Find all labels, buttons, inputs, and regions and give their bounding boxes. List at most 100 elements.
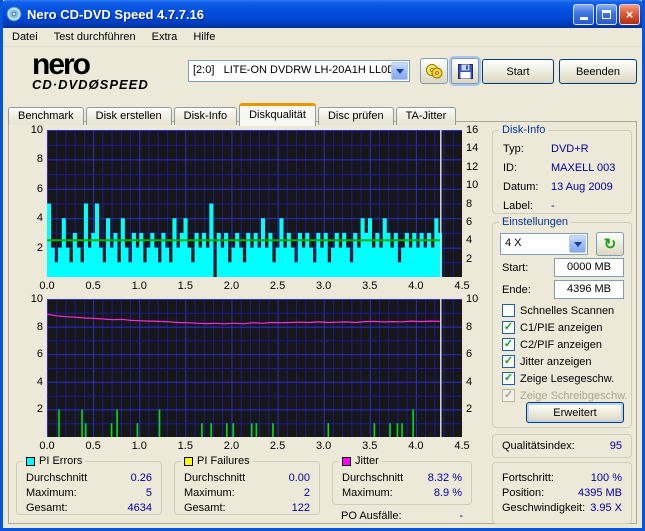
checkbox-label: Zeige Lesegeschw. xyxy=(520,372,615,385)
checkbox-icon: ✓ xyxy=(502,338,515,351)
pi-failures-title: PI Failures xyxy=(197,455,250,467)
checkbox-icon: ✓ xyxy=(502,389,515,402)
progress-label: Fortschritt: xyxy=(502,471,554,484)
axis-tick-label: 2.0 xyxy=(223,440,240,452)
close-button[interactable]: × xyxy=(619,3,640,25)
jitter-title: Jitter xyxy=(355,455,379,467)
disk-info-title: Disk-Info xyxy=(499,123,549,137)
pie-max-label: Maximum: xyxy=(26,486,77,499)
axis-tick-label: 4.5 xyxy=(454,280,470,292)
tab-diskqualitaet[interactable]: Diskqualität xyxy=(239,103,316,126)
chevron-down-icon[interactable] xyxy=(569,235,586,253)
axis-tick-label: 1.0 xyxy=(131,280,147,292)
progress-value: 100 % xyxy=(590,471,622,484)
speed-value: 3.95 X xyxy=(590,501,622,514)
axis-tick-label: 1.0 xyxy=(131,440,147,452)
chevron-down-icon[interactable] xyxy=(391,62,408,80)
disk-date-value: 13 Aug 2009 xyxy=(551,180,613,193)
disk-id-row: ID: MAXELL 003 xyxy=(493,158,631,177)
quality-index-panel: Qualitätsindex: 95 xyxy=(492,434,632,458)
axis-tick-label: 1.5 xyxy=(177,280,193,292)
axis-tick-label: 2.0 xyxy=(223,280,240,292)
tab-disk-erstellen[interactable]: Disk erstellen xyxy=(85,107,172,125)
minimize-button[interactable] xyxy=(573,3,594,25)
checkbox-c2-pif[interactable]: ✓ C2/PIF anzeigen xyxy=(502,337,632,352)
menu-datei[interactable]: Datei xyxy=(4,29,46,45)
window-title: Nero CD-DVD Speed 4.7.7.16 xyxy=(27,6,205,22)
close-icon: × xyxy=(625,6,634,22)
eject-disc-icon xyxy=(426,64,443,79)
po-failures-label: PO Ausfälle: xyxy=(341,509,402,522)
advanced-button[interactable]: Erweitert xyxy=(526,402,624,423)
refresh-icon: ↻ xyxy=(603,236,617,253)
jitter-caption: Jitter xyxy=(339,454,382,468)
axis-tick-label: 10 xyxy=(30,293,43,305)
checkbox-icon: ✓ xyxy=(502,372,515,385)
axis-tick-label: 6 xyxy=(36,182,43,195)
menu-extra[interactable]: Extra xyxy=(144,29,186,45)
menu-test-durchfuehren[interactable]: Test durchführen xyxy=(46,29,144,45)
pi-failures-stats-panel: PI Failures Durchschnitt 0.00 Maximum: 2 G… xyxy=(174,454,320,515)
pie-avg-label: Durchschnitt xyxy=(26,471,88,484)
settings-title: Einstellungen xyxy=(499,215,572,229)
checkbox-lesegeschw[interactable]: ✓ Zeige Lesegeschw. xyxy=(502,371,632,386)
tab-disc-pruefen[interactable]: Disc prüfen xyxy=(317,107,394,125)
eject-disc-button[interactable] xyxy=(420,58,448,84)
quit-button-label: Beenden xyxy=(575,65,621,78)
pif-total-value: 122 xyxy=(291,501,310,514)
axis-tick-label: 2 xyxy=(36,403,43,416)
pi-errors-stats-panel: PI Errors Durchschnitt 0.26 Maximum: 5 Ges… xyxy=(16,454,162,515)
po-failures-value: - xyxy=(459,509,463,522)
checkbox-icon: ✓ xyxy=(502,321,515,334)
speed-select[interactable]: 4 X xyxy=(500,233,588,255)
pi-errors-title: PI Errors xyxy=(39,455,83,467)
checkbox-icon xyxy=(502,304,515,317)
tab-strip: Benchmark Disk erstellen Disk-Info Diskq… xyxy=(8,103,458,126)
tab-benchmark[interactable]: Benchmark xyxy=(8,107,84,125)
axis-tick-label: 12 xyxy=(466,160,479,173)
maximize-button[interactable] xyxy=(596,3,617,25)
end-mb-field[interactable]: 4396 MB xyxy=(554,280,624,299)
axis-tick-label: 4 xyxy=(466,234,473,247)
quality-index-value: 95 xyxy=(609,440,622,452)
axis-tick-label: 4 xyxy=(466,375,473,388)
disk-type-label: Typ: xyxy=(503,142,524,155)
checkbox-schnelles-scannen[interactable]: Schnelles Scannen xyxy=(502,303,632,318)
save-button[interactable] xyxy=(451,58,479,84)
pie-total-label: Gesamt: xyxy=(26,501,68,514)
axis-tick-label: 2 xyxy=(466,403,473,416)
position-label: Position: xyxy=(502,486,545,499)
axis-tick-label: 10 xyxy=(30,124,43,136)
checkbox-schreibgeschw: ✓ Zeige Schreibgeschw. xyxy=(502,388,632,403)
jitter-max-value: 8.9 % xyxy=(433,486,462,499)
disk-date-row: Datum: 13 Aug 2009 xyxy=(493,177,631,196)
title-bar[interactable]: Nero CD-DVD Speed 4.7.7.16 × xyxy=(0,0,645,28)
checkbox-jitter[interactable]: ✓ Jitter anzeigen xyxy=(502,354,632,369)
tab-ta-jitter[interactable]: TA-Jitter xyxy=(395,107,457,125)
jitter-swatch xyxy=(342,456,351,466)
app-icon xyxy=(6,6,22,22)
po-failures-row: PO Ausfälle: - xyxy=(332,508,472,523)
drive-select[interactable]: [2:0] LITE-ON DVDRW LH-20A1H LL0D xyxy=(188,60,410,82)
axis-tick-label: 4 xyxy=(36,375,43,388)
pie-avg-value: 0.26 xyxy=(130,471,152,484)
start-button[interactable]: Start xyxy=(482,59,554,84)
refresh-button[interactable]: ↻ xyxy=(596,232,624,256)
checkbox-c1-pie[interactable]: ✓ C1/PIE anzeigen xyxy=(502,320,632,335)
axis-tick-label: 4.0 xyxy=(408,440,424,452)
position-row: Position: 4395 MB xyxy=(493,485,631,500)
axis-tick-label: 3.5 xyxy=(362,440,378,452)
checkbox-label: Zeige Schreibgeschw. xyxy=(520,389,628,402)
axis-tick-label: 4.0 xyxy=(408,280,424,292)
quit-button[interactable]: Beenden xyxy=(559,59,637,84)
tab-disk-info[interactable]: Disk-Info xyxy=(173,107,238,125)
start-mb-field[interactable]: 0000 MB xyxy=(554,258,624,277)
speed-select-value: 4 X xyxy=(505,237,522,249)
axis-tick-label: 16 xyxy=(466,124,479,136)
cddvdspeed-logo-text: CD·DVDØSPEED xyxy=(32,77,149,92)
jitter-max-label: Maximum: xyxy=(342,486,393,499)
checkbox-label: Jitter anzeigen xyxy=(520,355,592,368)
menu-hilfe[interactable]: Hilfe xyxy=(185,29,223,45)
minimize-icon xyxy=(579,17,588,20)
pie-errors-chart-plot xyxy=(47,130,463,278)
